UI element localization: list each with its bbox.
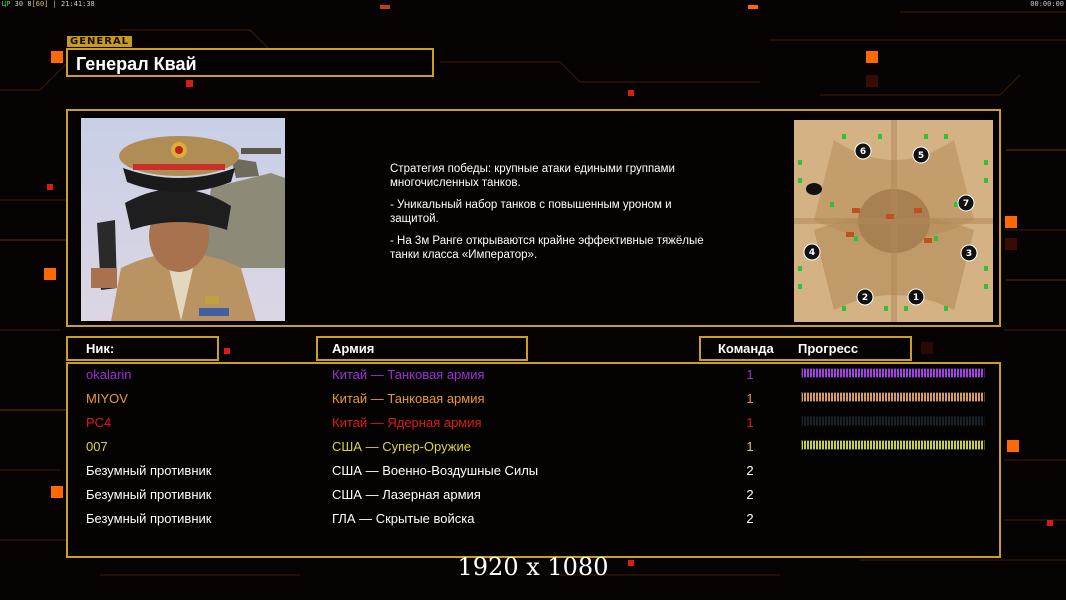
player-team: 1: [746, 391, 754, 406]
clock: 21:41:38: [61, 0, 95, 8]
general-info-panel: Стратегия победы: крупные атаки едиными …: [66, 109, 1001, 327]
header-army: Армия: [316, 336, 528, 361]
map-slot-label: 2: [862, 293, 868, 303]
player-team: 2: [746, 487, 754, 502]
deco-square: [866, 75, 878, 87]
header-nick: Ник:: [66, 336, 219, 361]
deco-square: [224, 348, 230, 354]
player-row: Безумный противник США — Военно-Воздушные…: [68, 459, 999, 483]
deco-square: [1005, 238, 1017, 250]
player-team: 1: [746, 415, 754, 430]
player-army: Китай — Ядерная армия: [332, 415, 482, 430]
player-army: США — Лазерная армия: [332, 487, 481, 502]
general-name: Генерал Квай: [76, 54, 197, 74]
map-slot-label: 3: [966, 249, 972, 259]
player-nick: okalarin: [86, 367, 132, 382]
deco-square: [628, 90, 634, 96]
player-army: Китай — Танковая армия: [332, 391, 485, 406]
player-nick: Безумный противник: [86, 463, 212, 478]
player-nick: Безумный противник: [86, 511, 212, 526]
description-line: - На 3м Ранге открываются крайне эффекти…: [390, 235, 704, 261]
deco-square: [44, 268, 56, 280]
player-army: ГЛА — Скрытые войска: [332, 511, 475, 526]
deco-square: [1047, 520, 1053, 526]
player-row: MIYOV Китай — Танковая армия 1: [68, 387, 999, 411]
player-progress-bar: [801, 368, 985, 378]
player-row: PC4 Китай — Ядерная армия 1: [68, 411, 999, 435]
resolution-label: 1920 x 1080: [457, 553, 609, 581]
player-progress-bar: [801, 440, 985, 450]
map-slot-label: 7: [963, 199, 969, 209]
players-panel: okalarin Китай — Танковая армия 1 MIYOV Кита…: [66, 362, 1001, 558]
deco-square: [51, 51, 63, 63]
deco-square: [47, 184, 53, 190]
player-nick: 007: [86, 439, 108, 454]
status-bar: ЦР 30 8[60] | 21:41:38 00:00:00: [2, 0, 1064, 8]
deco-square: [1007, 440, 1019, 452]
game-timer: 00:00:00: [1030, 0, 1064, 8]
general-tag: GENERAL: [67, 36, 133, 47]
general-name-box: Генерал Квай: [66, 48, 434, 77]
deco-square: [1005, 216, 1017, 228]
description-line: Стратегия победы: крупные атаки едиными …: [390, 163, 675, 189]
map-slot-label: 1: [913, 293, 919, 303]
player-team: 2: [746, 463, 754, 478]
deco-square: [51, 486, 63, 498]
deco-square: [186, 80, 193, 87]
map-slot-label: 4: [809, 248, 815, 258]
header-progress-label: Прогресс: [798, 341, 859, 356]
player-team: 1: [746, 439, 754, 454]
player-row: 007 США — Супер-Оружие 1: [68, 435, 999, 459]
header-team-progress: Команда Прогресс: [699, 336, 912, 361]
player-progress-bar: [801, 416, 985, 426]
player-nick: MIYOV: [86, 391, 128, 406]
fps-value: 30: [14, 0, 24, 8]
fps-limit: [60]: [31, 0, 49, 8]
fps-label: ЦР: [2, 0, 11, 8]
player-nick: Безумный противник: [86, 487, 212, 502]
deco-square: [866, 51, 878, 63]
player-team: 1: [746, 367, 754, 382]
player-row: Безумный противник США — Лазерная армия 2: [68, 483, 999, 507]
deco-square: [921, 342, 933, 354]
player-army: Китай — Танковая армия: [332, 367, 485, 382]
header-team-label: Команда: [718, 341, 774, 356]
player-army: США — Супер-Оружие: [332, 439, 471, 454]
general-portrait: [81, 118, 285, 321]
header-army-label: Армия: [332, 341, 375, 356]
player-army: США — Военно-Воздушные Силы: [332, 463, 539, 478]
header-nick-label: Ник:: [86, 341, 115, 356]
player-row: Безумный противник ГЛА — Скрытые войска 2: [68, 507, 999, 531]
description-line: - Уникальный набор танков с повышенным у…: [390, 199, 672, 225]
map-slot-label: 6: [860, 147, 866, 157]
map-preview: 6 5 7 4 3 2 1: [794, 120, 993, 322]
player-progress-bar: [801, 392, 985, 402]
map-slot-label: 5: [918, 151, 924, 161]
player-nick: PC4: [86, 415, 112, 430]
general-description: Стратегия победы: крупные атаки едиными …: [390, 162, 710, 270]
player-row: okalarin Китай — Танковая армия 1: [68, 363, 999, 387]
player-team: 2: [746, 511, 754, 526]
